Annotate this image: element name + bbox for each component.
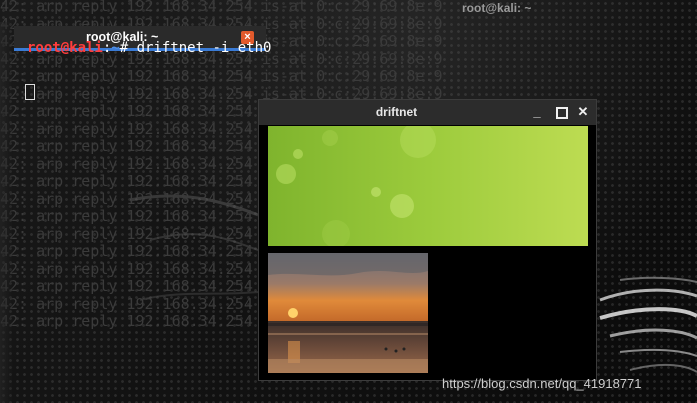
csdn-watermark: https://blog.csdn.net/qq_41918771 [442,376,642,391]
top-window-title: root@kali: ~ [462,1,532,15]
sunset-beach-graphic [268,253,428,373]
driftnet-window[interactable]: driftnet _ ✕ [258,99,597,381]
driftnet-titlebar[interactable]: driftnet _ ✕ [259,100,596,125]
minimize-icon[interactable]: _ [529,104,545,120]
prompt-symbol: # [119,40,129,56]
maximize-box [556,107,568,119]
close-icon[interactable]: ✕ [575,104,591,120]
prompt-user: root@kali [27,40,103,56]
terminal-window[interactable]: root@kali: ~ × [14,26,266,403]
text-cursor [25,84,35,100]
command-text: driftnet -i eth0 [128,40,272,56]
terminal-left-edge [0,22,13,403]
sunset-beach-image[interactable] [268,253,428,373]
background-output-line: 42: arp reply 192.168.34.254 is-at 0:c:2… [0,0,443,15]
command-line[interactable]: root@kali:~# driftnet -i eth0 [27,40,271,56]
maximize-icon[interactable] [553,104,569,120]
driftnet-title: driftnet [375,105,418,119]
green-bubbles-graphic [276,126,436,246]
green-abstract-image[interactable] [268,126,588,246]
prompt-path: ~ [111,40,120,56]
driftnet-image-area [267,126,589,376]
